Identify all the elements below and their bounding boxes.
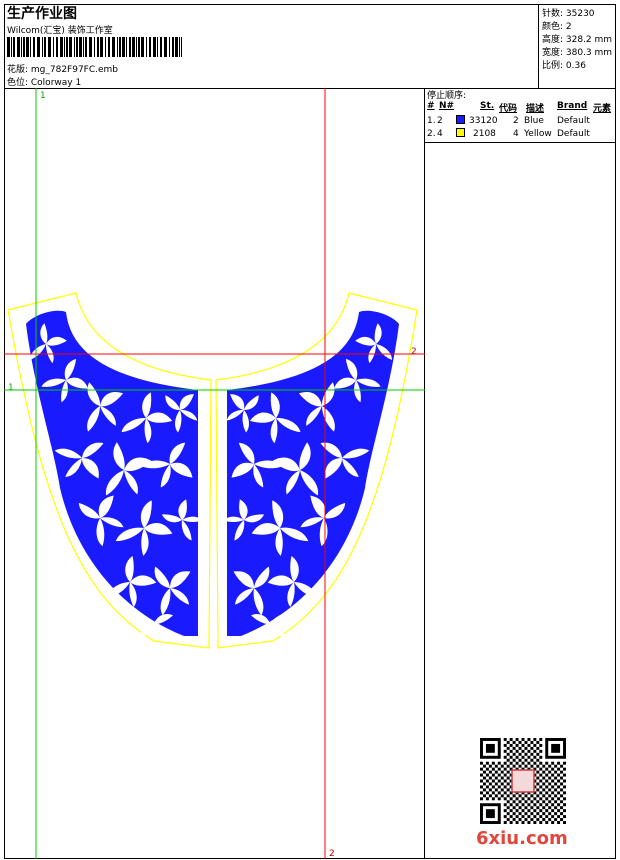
row-code: 2 — [513, 116, 519, 126]
stop-sequence-panel: 停止顺序: # N# St. 代码 描述 Brand 元素 1. 2 33120… — [425, 88, 616, 142]
stat-scale: 比例: 0.36 — [542, 61, 586, 71]
color-swatch-blue — [456, 115, 465, 124]
col-header-index: # — [427, 101, 435, 111]
stat-height: 高度: 328.2 mm — [542, 35, 613, 45]
col-header-brand: Brand — [557, 101, 588, 111]
stat-stitches: 针数: 35230 — [542, 9, 595, 19]
stats-box: 针数: 35230 颜色: 2 高度: 328.2 mm 宽度: 380.3 m… — [538, 4, 616, 88]
qr-code — [480, 738, 566, 824]
row-brand: Default — [557, 116, 590, 126]
barcode — [7, 37, 182, 57]
col-header-needle: N# — [439, 101, 455, 111]
panel-bottom-divider — [425, 142, 616, 143]
design-canvas: 1 1 2 2 — [4, 88, 425, 859]
colorway-name: 色位: Colorway 1 — [7, 78, 82, 88]
studio-name: Wilcom(汇宝) 装饰工作室 — [7, 26, 113, 36]
row-code: 4 — [513, 129, 519, 139]
site-watermark: 6xiu.com — [476, 828, 568, 849]
row-stitches: 33120 — [469, 116, 498, 126]
design-filename: 花版: mg_782F97FC.emb — [7, 65, 119, 75]
col-header-description: 描述 — [526, 104, 545, 114]
green-guide-label-top: 1 — [40, 91, 46, 101]
row-description: Yellow — [524, 129, 552, 139]
red-guide-label-bottom: 2 — [329, 849, 335, 859]
row-needle: 4 — [437, 129, 443, 139]
row-needle: 2 — [437, 116, 443, 126]
embroidery-right-panel — [215, 310, 399, 651]
stat-width: 宽度: 380.3 mm — [542, 48, 613, 58]
stop-sequence-title: 停止顺序: — [427, 91, 467, 101]
color-swatch-yellow — [456, 128, 465, 137]
sheet-title: 生产作业图 — [7, 6, 77, 22]
row-seq: 2. — [427, 129, 436, 139]
stat-colors: 颜色: 2 — [542, 22, 572, 32]
col-header-stitches: St. — [480, 101, 495, 111]
green-guide-label-left: 1 — [8, 383, 14, 393]
row-seq: 1. — [427, 116, 436, 126]
col-header-code: 代码 — [499, 104, 518, 114]
row-brand: Default — [557, 129, 590, 139]
row-stitches: 2108 — [473, 129, 496, 139]
row-description: Blue — [524, 116, 544, 126]
col-header-element: 元素 — [593, 104, 612, 114]
embroidery-left-panel — [26, 310, 209, 651]
red-guide-label-right: 2 — [411, 347, 417, 357]
